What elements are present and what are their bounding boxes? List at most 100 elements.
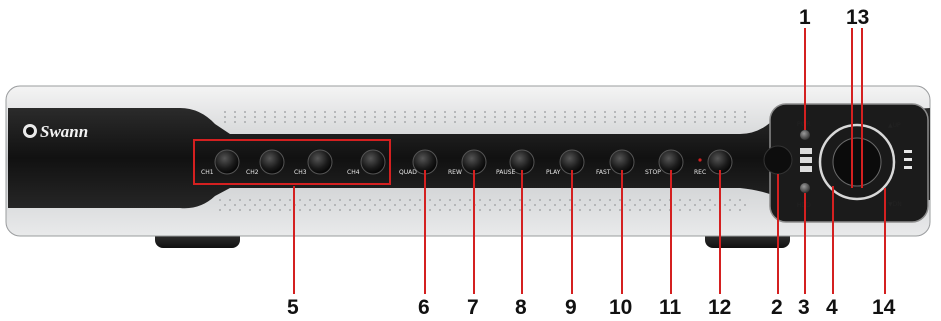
vent-dot — [579, 199, 581, 201]
vent-dot — [459, 199, 461, 201]
callout-2: 2 — [771, 296, 783, 319]
vent-dot — [514, 204, 516, 206]
vent-dot — [424, 111, 426, 113]
vent-dot — [254, 121, 256, 123]
vent-dot — [644, 116, 646, 118]
vent-dot — [584, 111, 586, 113]
vent-dot — [734, 121, 736, 123]
vent-dot — [679, 209, 681, 211]
vent-dot — [674, 116, 676, 118]
vent-dot — [289, 199, 291, 201]
button-ch2-cap[interactable] — [259, 149, 285, 175]
vent-dot — [424, 116, 426, 118]
vent-dot — [274, 204, 276, 206]
vent-dot — [634, 204, 636, 206]
side-icons — [904, 150, 912, 169]
vent-dot — [509, 209, 511, 211]
vent-dot — [444, 116, 446, 118]
vent-dot — [619, 209, 621, 211]
vent-dot — [264, 116, 266, 118]
vent-dot — [484, 111, 486, 113]
vent-dot — [304, 111, 306, 113]
vent-dot — [664, 121, 666, 123]
vent-dot — [519, 199, 521, 201]
vent-dot — [374, 111, 376, 113]
vent-dot — [404, 121, 406, 123]
vent-dot — [479, 209, 481, 211]
vent-dot — [664, 116, 666, 118]
vent-dot — [414, 116, 416, 118]
vent-dot — [589, 209, 591, 211]
vent-dot — [559, 199, 561, 201]
vent-dot — [344, 111, 346, 113]
vent-dot — [569, 199, 571, 201]
button-ch2-label: CH2 — [246, 169, 259, 176]
vent-dot — [604, 121, 606, 123]
vent-dot — [734, 111, 736, 113]
vent-dot — [684, 111, 686, 113]
vent-dot — [264, 111, 266, 113]
vent-dot — [304, 204, 306, 206]
vent-dot — [264, 204, 266, 206]
vent-dot — [244, 121, 246, 123]
vent-dot — [414, 111, 416, 113]
vent-dot — [524, 204, 526, 206]
vent-dot — [614, 204, 616, 206]
vent-dot — [429, 199, 431, 201]
vent-dot — [264, 121, 266, 123]
vent-dot — [354, 111, 356, 113]
vent-dot — [724, 204, 726, 206]
button-ch1-cap[interactable] — [214, 149, 240, 175]
jog-shuttle-dial[interactable] — [818, 123, 896, 201]
vent-dot — [314, 111, 316, 113]
vent-dot — [499, 209, 501, 211]
vent-dot — [704, 116, 706, 118]
vent-dot — [689, 199, 691, 201]
vent-dot — [649, 209, 651, 211]
vent-dot — [474, 116, 476, 118]
vent-dot — [374, 116, 376, 118]
callout-11: 11 — [659, 296, 682, 319]
vent-dot — [594, 116, 596, 118]
vent-dot — [219, 209, 221, 211]
vent-dot — [544, 121, 546, 123]
vent-dot — [684, 204, 686, 206]
vent-dot — [374, 121, 376, 123]
button-pause-label: PAUSE — [496, 169, 516, 176]
vent-dot — [624, 121, 626, 123]
vent-dot — [384, 116, 386, 118]
button-ch4-cap[interactable] — [360, 149, 386, 175]
vent-dot — [689, 209, 691, 211]
vent-dot — [604, 116, 606, 118]
vent-dot — [699, 199, 701, 201]
vent-dot — [509, 199, 511, 201]
button-ch3-cap[interactable] — [307, 149, 333, 175]
brand-name: Swann — [40, 122, 88, 141]
vent-dot — [409, 199, 411, 201]
vent-dot — [254, 204, 256, 206]
menu-buttons-stack — [800, 148, 812, 172]
vent-dot — [334, 121, 336, 123]
vent-dot — [344, 116, 346, 118]
vent-dot — [529, 209, 531, 211]
vent-dot — [234, 116, 236, 118]
vent-dot — [654, 204, 656, 206]
vent-dot — [634, 121, 636, 123]
vent-dot — [524, 111, 526, 113]
button-play-label: PLAY — [546, 169, 561, 176]
vent-dot — [444, 204, 446, 206]
vent-dot — [504, 121, 506, 123]
hdd-led — [800, 183, 810, 193]
vent-dot — [314, 204, 316, 206]
vent-dot — [704, 121, 706, 123]
vent-dot — [724, 111, 726, 113]
vent-dot — [284, 204, 286, 206]
callout-4: 4 — [826, 296, 838, 319]
vent-dot — [724, 116, 726, 118]
vent-dot — [649, 199, 651, 201]
vent-dot — [574, 111, 576, 113]
callout-14: 14 — [872, 296, 896, 319]
vent-dot — [729, 199, 731, 201]
vent-dot — [294, 121, 296, 123]
vent-dot — [714, 116, 716, 118]
